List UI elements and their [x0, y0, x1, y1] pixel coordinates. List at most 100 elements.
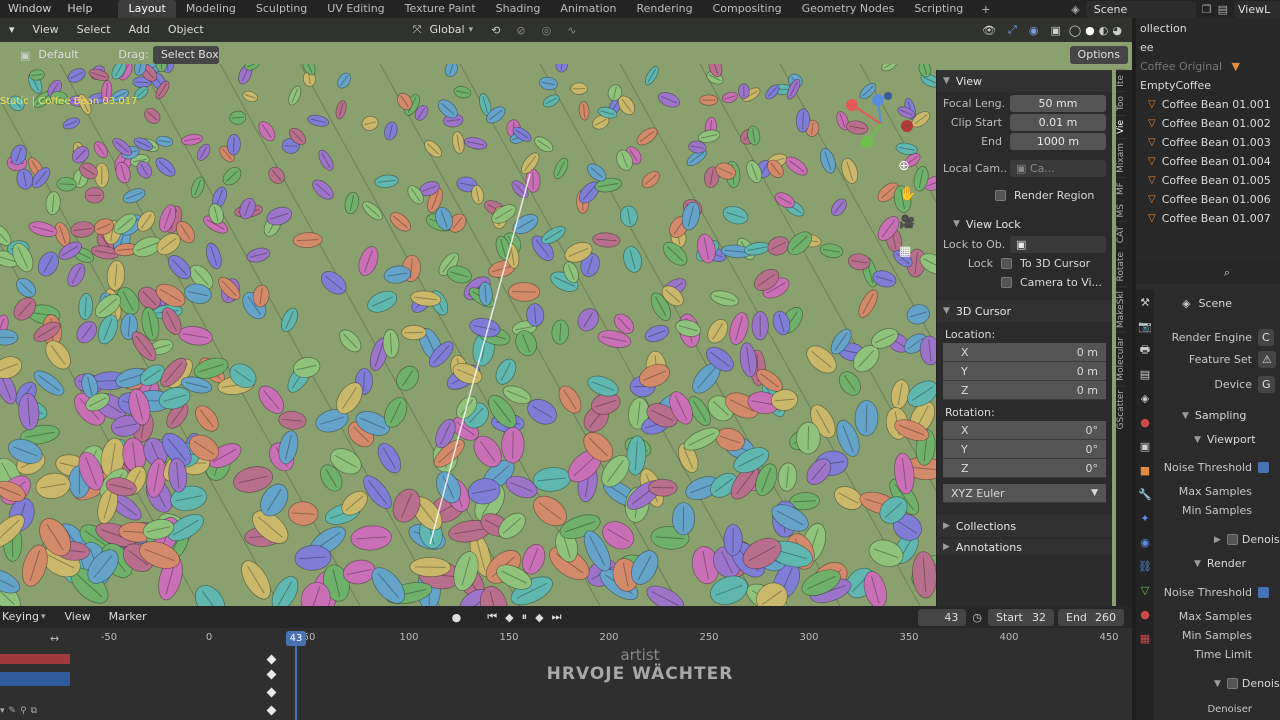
drag-select-box-dropdown[interactable]: Select Box	[152, 46, 219, 64]
end-frame-field[interactable]: End 260	[1058, 608, 1124, 626]
add-workspace-button[interactable]: +	[973, 3, 998, 16]
tab-item[interactable]: Ite	[1116, 70, 1126, 91]
render-tab-icon[interactable]: 📷	[1136, 314, 1154, 338]
menu-view[interactable]: View	[55, 606, 99, 628]
navigation-gizmo[interactable]	[836, 84, 926, 164]
cursor-location-z[interactable]: Z 0 m	[943, 381, 1106, 400]
list-item[interactable]: EmptyCoffee	[1136, 76, 1280, 95]
output-tab-icon[interactable]: 🖶	[1136, 338, 1154, 362]
feature-set-dropdown[interactable]: ⚠	[1258, 351, 1276, 368]
tab-sculpting[interactable]: Sculpting	[246, 0, 317, 18]
cursor-rotation-z[interactable]: Z 0°	[943, 459, 1106, 478]
noise-threshold-checkbox[interactable]	[1258, 587, 1269, 598]
tab-molecular[interactable]: Molecular	[1116, 331, 1126, 385]
shading-rendered-icon[interactable]: ◕	[1112, 24, 1122, 37]
view-lock-header[interactable]: ▼ View Lock	[937, 213, 1112, 235]
falloff-icon[interactable]: ∿	[567, 24, 576, 37]
tab-animation[interactable]: Animation	[550, 0, 626, 18]
object-tab-icon[interactable]: ■	[1136, 458, 1154, 482]
view-layer-tab-icon[interactable]: ▤	[1136, 362, 1154, 386]
focal-length-field[interactable]: 50 mm	[1010, 95, 1106, 112]
collection-tab-icon[interactable]: ▣	[1136, 434, 1154, 458]
list-item[interactable]: ▽ Coffee Bean 01.004	[1136, 152, 1280, 171]
keyframe[interactable]	[266, 654, 277, 665]
frame-ruler[interactable]: ↔ -50 0 50 100 150 200 250 300 350 400 4…	[0, 630, 1132, 648]
lock-to-object-field[interactable]: ▣	[1010, 236, 1106, 253]
render-region-checkbox[interactable]	[995, 190, 1006, 201]
tab-rotate[interactable]: Rotate	[1116, 247, 1126, 286]
keying-dropdown[interactable]: Keying	[0, 606, 41, 628]
render-engine-dropdown[interactable]: C	[1258, 329, 1274, 346]
device-dropdown[interactable]: G	[1258, 376, 1275, 393]
list-item[interactable]: ▽ Coffee Bean 01.006	[1136, 190, 1280, 209]
tool-tab-icon[interactable]: ⚒	[1136, 290, 1154, 314]
3d-cursor-header[interactable]: ▼ 3D Cursor	[937, 300, 1112, 322]
menu-object[interactable]: Object	[159, 19, 213, 41]
jump-start-icon[interactable]: ⏮	[487, 610, 497, 624]
grid-view-icon[interactable]: ▦	[899, 244, 911, 259]
tab-shading[interactable]: Shading	[486, 0, 551, 18]
keyframe[interactable]	[266, 687, 277, 698]
tab-makeskl[interactable]: MakeSkl	[1116, 285, 1126, 332]
data-tab-icon[interactable]: ▽	[1136, 578, 1154, 602]
record-icon[interactable]: ●	[452, 611, 462, 624]
tab-geometry-nodes[interactable]: Geometry Nodes	[792, 0, 905, 18]
list-item[interactable]: ▽ Coffee Bean 01.003	[1136, 133, 1280, 152]
tab-tool[interactable]: Too	[1116, 90, 1126, 115]
hand-pan-icon[interactable]: ✋	[899, 186, 916, 202]
pencil-icon[interactable]: ✎	[9, 706, 17, 716]
tab-mf[interactable]: MF	[1116, 176, 1126, 199]
tab-layout[interactable]: Layout	[118, 0, 176, 18]
render-header[interactable]: ▼ Render	[1158, 554, 1280, 573]
options-dropdown[interactable]: Options	[1069, 46, 1128, 64]
tab-scripting[interactable]: Scripting	[904, 0, 973, 18]
denoise-checkbox[interactable]	[1226, 678, 1238, 689]
to-3d-cursor-checkbox[interactable]	[1001, 258, 1012, 269]
tab-rendering[interactable]: Rendering	[626, 0, 702, 18]
menu-help[interactable]: Help	[59, 0, 100, 18]
frame-icon[interactable]: ⧉	[31, 706, 37, 716]
list-item[interactable]: ▽ Coffee Bean 01.001	[1136, 95, 1280, 114]
list-item[interactable]: ▽ Coffee Bean 01.007	[1136, 209, 1280, 228]
tab-mixamo[interactable]: Mixam	[1116, 137, 1126, 177]
particles-tab-icon[interactable]: ✦	[1136, 506, 1154, 530]
denoise-row[interactable]: ▶ Denoise	[1158, 530, 1280, 549]
playhead[interactable]: 43	[286, 631, 306, 646]
orientation-default-dropdown[interactable]: Default	[36, 44, 102, 66]
scene-selector[interactable]: Scene	[1085, 0, 1196, 18]
material-tab-icon[interactable]: ●	[1136, 602, 1154, 626]
cursor-rotation-y[interactable]: Y 0°	[943, 440, 1106, 459]
tab-cat[interactable]: CAT	[1116, 221, 1126, 248]
shading-material-icon[interactable]: ◐	[1099, 24, 1109, 37]
denoise-row[interactable]: ▼ Denoise	[1158, 674, 1280, 693]
menu-window[interactable]: Window	[0, 0, 59, 18]
gizmo-icon[interactable]: ⤢	[1008, 23, 1017, 37]
tab-ms[interactable]: MS	[1116, 198, 1126, 222]
modifier-tab-icon[interactable]: 🔧	[1136, 482, 1154, 506]
list-item[interactable]: ▽ Coffee Bean 01.005	[1136, 171, 1280, 190]
local-camera-field[interactable]: ▣ Ca...	[1010, 160, 1106, 177]
clip-start-field[interactable]: 0.01 m	[1010, 114, 1106, 131]
collections-header[interactable]: ▶ Collections	[937, 515, 1112, 537]
camera-to-view-checkbox[interactable]	[1001, 277, 1012, 288]
current-frame-field[interactable]: 43	[918, 608, 967, 626]
constraints-tab-icon[interactable]: ⛓	[1136, 554, 1154, 578]
tab-gscatter[interactable]: GScatter	[1116, 384, 1126, 434]
pin-icon[interactable]: ⚲	[20, 706, 27, 716]
visibility-icon[interactable]: 👁	[982, 24, 996, 37]
clip-end-field[interactable]: 1000 m	[1010, 133, 1106, 150]
list-item[interactable]: Coffee Original ▼	[1136, 57, 1280, 76]
keyframe-next-icon[interactable]: ◆	[535, 611, 543, 624]
jump-end-icon[interactable]: ⏭	[552, 610, 562, 624]
editor-type-icon[interactable]: ▾	[0, 19, 24, 41]
zoom-icon[interactable]: ⊕	[898, 158, 910, 174]
keyframe[interactable]	[266, 705, 277, 716]
search-icon[interactable]: ⌕	[1224, 266, 1230, 280]
list-item[interactable]: ee	[1136, 38, 1280, 57]
xray-icon[interactable]: ▣	[1050, 24, 1060, 37]
tab-texture-paint[interactable]: Texture Paint	[395, 0, 486, 18]
shading-wire-icon[interactable]: ◯	[1069, 24, 1081, 37]
cursor-location-x[interactable]: X 0 m	[943, 343, 1106, 362]
keyframe-prev-icon[interactable]: ◆	[505, 611, 513, 624]
camera-icon[interactable]: 🎥	[899, 215, 915, 230]
